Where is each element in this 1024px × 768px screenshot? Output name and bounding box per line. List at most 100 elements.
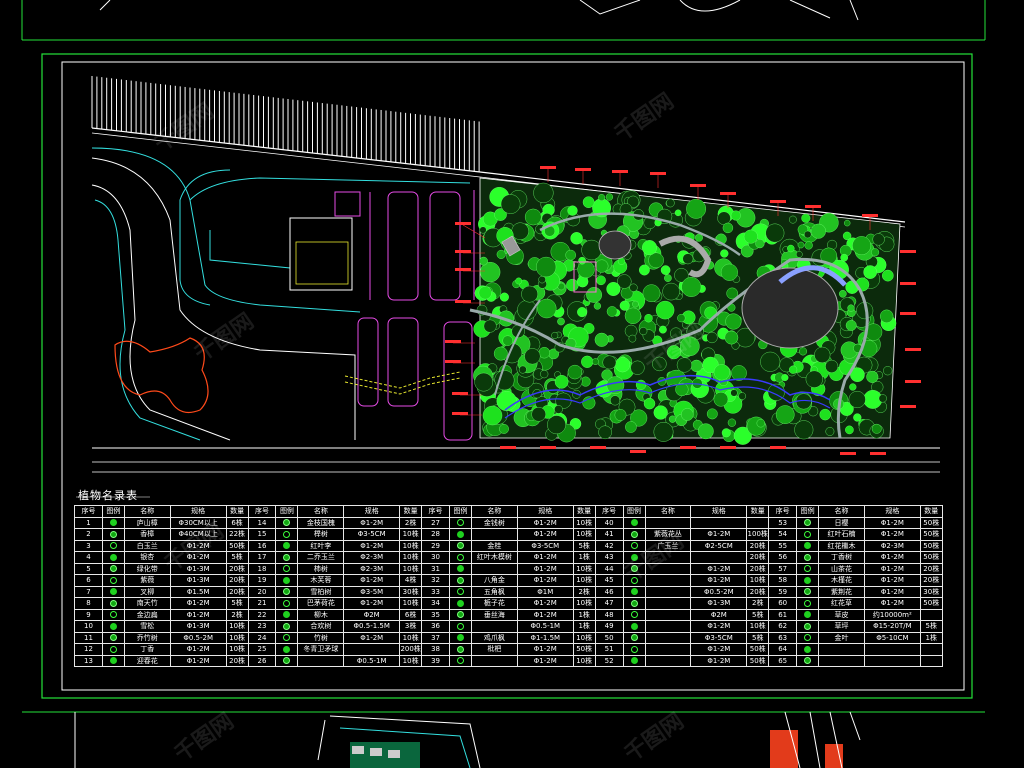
magenta-road-edge bbox=[369, 190, 475, 300]
cell-legend bbox=[796, 574, 820, 587]
cell-spec: Φ2M bbox=[343, 608, 401, 621]
cell-legend bbox=[101, 654, 125, 667]
plant-symbol-icon bbox=[630, 519, 638, 527]
callout-label bbox=[805, 205, 821, 208]
tree-symbol bbox=[570, 232, 583, 245]
cell-spec: Φ1-2M bbox=[516, 562, 574, 575]
cell-number: 23 bbox=[247, 620, 277, 633]
column-header: 数量 bbox=[919, 505, 943, 518]
cell-number: 36 bbox=[421, 620, 451, 633]
cell-spec: Φ0.5-1M bbox=[516, 620, 574, 633]
tree-symbol bbox=[596, 275, 606, 286]
plant-symbol-icon bbox=[283, 565, 291, 573]
cell-plant-name: 金枝国槐 bbox=[297, 516, 345, 529]
plant-symbol-icon bbox=[283, 576, 291, 584]
cell-spec: Φ1-3M bbox=[690, 597, 748, 610]
callout-label bbox=[650, 172, 666, 175]
parking-block-2 bbox=[429, 191, 461, 301]
cell-legend bbox=[101, 608, 125, 621]
building-inner bbox=[295, 241, 349, 285]
column-header: 图例 bbox=[796, 505, 820, 518]
cell-legend bbox=[101, 631, 125, 644]
cell-plant-name: 五角枫 bbox=[470, 585, 518, 598]
tree-symbol bbox=[614, 409, 627, 421]
cell-legend bbox=[449, 620, 472, 633]
column-header: 序号 bbox=[247, 505, 277, 518]
cell-quantity: 1株 bbox=[572, 551, 596, 564]
cell-quantity: 10株 bbox=[746, 574, 770, 587]
cell-quantity: 6株 bbox=[399, 608, 423, 621]
tree-symbol bbox=[787, 244, 795, 253]
callout-label bbox=[540, 446, 556, 449]
cell-quantity: 10株 bbox=[399, 551, 423, 564]
tree-symbol bbox=[521, 285, 538, 303]
cell-spec: Φ2M bbox=[690, 608, 748, 621]
left-curve-road-2 bbox=[94, 199, 201, 441]
tree-symbol bbox=[565, 249, 577, 261]
cell-legend bbox=[101, 620, 125, 633]
callout-label bbox=[500, 446, 516, 449]
column-header: 名称 bbox=[818, 505, 865, 518]
cell-legend bbox=[622, 516, 646, 529]
tree-symbol bbox=[567, 364, 583, 380]
cell-number: 7 bbox=[74, 585, 103, 598]
plant-symbol-icon bbox=[283, 588, 291, 596]
tree-symbol bbox=[756, 419, 765, 428]
cell-legend bbox=[796, 597, 820, 610]
tree-symbol bbox=[639, 327, 648, 336]
tree-symbol bbox=[799, 347, 808, 356]
tree-symbol bbox=[880, 309, 894, 323]
callout-label bbox=[720, 446, 736, 449]
cell-number: 22 bbox=[247, 608, 277, 621]
cell-spec bbox=[690, 516, 748, 529]
tree-symbol bbox=[796, 251, 803, 258]
cell-number: 2 bbox=[74, 528, 103, 541]
cell-number: 19 bbox=[247, 574, 277, 587]
plant-symbol-icon bbox=[283, 622, 291, 630]
cell-spec: Φ1-2M bbox=[343, 539, 401, 552]
bottom-sheet-fragment bbox=[22, 711, 985, 768]
tree-symbol bbox=[681, 277, 702, 297]
cell-spec: Φ1-2M bbox=[343, 631, 401, 644]
cell-plant-name bbox=[470, 620, 518, 633]
callout-label bbox=[455, 222, 471, 225]
callout-label bbox=[540, 166, 556, 169]
column-header: 序号 bbox=[768, 505, 798, 518]
cell-legend bbox=[796, 620, 820, 633]
cell-plant-name: 枇杷 bbox=[470, 643, 518, 656]
tree-symbol bbox=[581, 355, 594, 368]
cell-legend bbox=[622, 643, 646, 656]
plant-symbol-icon bbox=[283, 542, 291, 550]
cell-plant-name: 金边扁 bbox=[123, 608, 171, 621]
cell-quantity: 100株 bbox=[746, 528, 770, 541]
plant-symbol-icon bbox=[456, 553, 464, 561]
callout-label bbox=[452, 392, 468, 395]
cell-quantity: 22株 bbox=[225, 528, 249, 541]
cell-quantity: 20株 bbox=[225, 654, 249, 667]
cell-quantity: 10株 bbox=[399, 631, 423, 644]
cell-plant-name: 榉树 bbox=[297, 528, 345, 541]
cell-quantity: 10株 bbox=[399, 528, 423, 541]
cell-plant-name: 木芙蓉 bbox=[297, 574, 345, 587]
plant-symbol-icon bbox=[804, 645, 812, 653]
column-header: 序号 bbox=[74, 505, 103, 518]
cell-legend bbox=[449, 539, 472, 552]
curved-road-cyan-2 bbox=[189, 177, 471, 201]
cell-spec: Φ3-5M bbox=[343, 585, 401, 598]
cell-spec: Φ1-2M bbox=[863, 516, 921, 529]
plant-symbol-icon bbox=[456, 576, 464, 584]
cell-quantity: 10株 bbox=[572, 597, 596, 610]
tree-symbol bbox=[720, 263, 738, 281]
tree-symbol bbox=[883, 366, 893, 376]
cell-quantity: 2株 bbox=[225, 608, 249, 621]
tree-symbol bbox=[724, 330, 739, 345]
plant-symbol-icon bbox=[109, 622, 117, 630]
cell-number: 1 bbox=[74, 516, 103, 529]
plant-symbol-icon bbox=[456, 599, 464, 607]
cell-plant-name: 雪松 bbox=[123, 620, 171, 633]
cell-spec bbox=[343, 643, 401, 656]
tree-symbol bbox=[605, 193, 614, 201]
callout-label bbox=[770, 446, 786, 449]
cell-number: 33 bbox=[421, 585, 451, 598]
cell-plant-name: 红叶木模树 bbox=[470, 551, 518, 564]
